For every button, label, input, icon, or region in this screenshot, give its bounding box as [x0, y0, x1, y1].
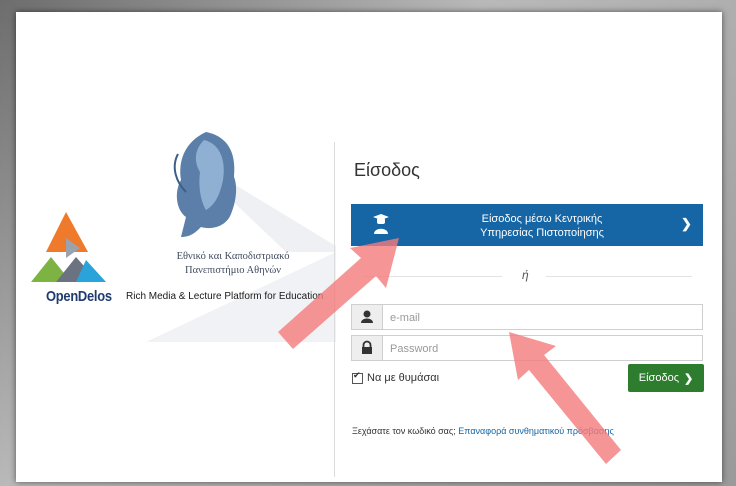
reset-password-link[interactable]: Επαναφορά συνθηματικού πρόσβασης [458, 426, 614, 436]
sso-label-line-1: Είσοδος μέσω Κεντρικής [481, 213, 603, 225]
forgot-password: Ξεχάσατε τον κωδικό σας; Επαναφορά συνθη… [352, 426, 614, 436]
opendelos-brand: OpenDelos [46, 288, 122, 306]
brand-name: OpenDelos [46, 288, 112, 305]
lock-icon [362, 340, 372, 354]
user-icon [361, 310, 373, 323]
email-input[interactable] [388, 307, 692, 329]
password-field [351, 335, 703, 361]
password-addon [352, 336, 383, 360]
page-title: Είσοδος [354, 160, 420, 180]
login-page: Εθνικό και Καποδιστριακό Πανεπιστήμιο Αθ… [16, 12, 722, 482]
or-divider-right [546, 276, 692, 277]
sso-label-line-2: Υπηρεσίας Πιστοποίησης [480, 227, 604, 239]
university-line-2: Πανεπιστήμιο Αθηνών [185, 265, 281, 276]
remember-checkbox[interactable] [352, 371, 363, 384]
sso-label: Είσοδος μέσω Κεντρικής Υπηρεσίας Πιστοπο… [467, 212, 617, 240]
chevron-right-icon: ❯ [684, 372, 694, 385]
forgot-text: Ξεχάσατε τον κωδικό σας; [352, 426, 456, 436]
graduate-user-icon [373, 214, 389, 234]
athena-head-icon [173, 132, 237, 237]
submit-label: Είσοδος [638, 372, 679, 384]
university-line-1: Εθνικό και Καποδιστριακό [176, 251, 290, 262]
university-name: Εθνικό και Καποδιστριακό Πανεπιστήμιο Αθ… [158, 250, 308, 278]
email-field [351, 304, 703, 330]
column-divider [334, 142, 335, 477]
login-submit-button[interactable]: Είσοδος ❯ [628, 364, 704, 392]
brand-tagline: Rich Media & Lecture Platform for Educat… [126, 291, 324, 302]
or-divider-left [364, 276, 502, 277]
email-addon [352, 305, 383, 329]
sso-login-button[interactable]: Είσοδος μέσω Κεντρικής Υπηρεσίας Πιστοπο… [351, 204, 703, 246]
password-input[interactable] [388, 338, 692, 360]
remember-label: Να με θυμάσαι [367, 372, 440, 384]
or-label: ή [522, 268, 529, 282]
remember-me[interactable]: Να με θυμάσαι [352, 371, 440, 384]
chevron-right-icon: ❯ [681, 216, 692, 231]
